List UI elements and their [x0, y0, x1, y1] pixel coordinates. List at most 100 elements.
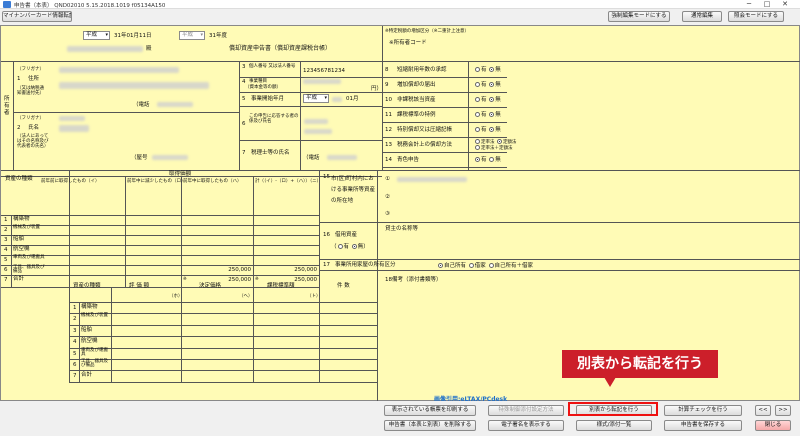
lender-label: 貸主の名称等: [385, 226, 419, 232]
eval-row-num: 6: [73, 362, 77, 368]
eval-col-c: 課税標準額: [267, 283, 295, 289]
row2-kana: （フリガナ）: [17, 116, 44, 121]
form-list-button[interactable]: 様式/添付一覧: [576, 420, 652, 431]
normal-edit-button[interactable]: 通常編集: [682, 11, 722, 22]
row4-unit: 円）: [371, 86, 383, 92]
location-2: ②: [385, 194, 390, 200]
eval-col-c-sub: （ト）: [307, 294, 321, 299]
acq-row-c[interactable]: 250,000: [181, 267, 251, 273]
acq-row-name: 構築物: [13, 216, 30, 222]
submission-date: 31年01月11日: [114, 33, 152, 39]
delete-declaration-button[interactable]: 申告書（本表と別表）を削除する: [384, 420, 476, 431]
acq-row-num: 2: [4, 227, 8, 233]
item-num: 11: [385, 112, 392, 118]
item-options: 有 無: [474, 127, 501, 133]
eval-row-name: 車両及び運搬具: [81, 348, 108, 357]
prev-page-button[interactable]: <<: [755, 405, 771, 416]
item-num: 10: [385, 97, 392, 103]
save-button[interactable]: 申告書を保存する: [664, 420, 742, 431]
item-num: 12: [385, 127, 392, 133]
next-page-button[interactable]: >>: [775, 405, 791, 416]
address-kana-redacted: [59, 67, 179, 73]
name-kana-redacted: [59, 116, 85, 121]
my-number-card-button[interactable]: マイナンバーカード情報転記: [2, 11, 72, 22]
eval-row-num: 2: [73, 316, 77, 322]
force-edit-mode-button[interactable]: 強制編集モードにする: [608, 11, 670, 22]
corporate-number[interactable]: 123456781234: [303, 68, 345, 74]
row6-label: この申告に応答する者の係及び氏名: [249, 114, 299, 124]
item-label: 非課税該当資産: [397, 97, 436, 103]
acq-col-type: 資産の種類: [5, 176, 33, 182]
minimize-icon[interactable]: ─: [742, 0, 756, 9]
both-radio[interactable]: [475, 145, 480, 150]
row16-label: 借用資産: [335, 232, 358, 238]
era-select[interactable]: 平成: [83, 31, 110, 40]
esign-button[interactable]: 電子署名を表示する: [488, 420, 564, 431]
era-select-2[interactable]: 平成: [179, 31, 205, 40]
eval-mark-2: ※: [255, 277, 259, 282]
declaration-form: 平成 31年01月11日 殿 平成 31年度 償却資産申告書（償却資産課税台帳）…: [0, 25, 800, 403]
eval-row-name: 機械及び装置: [81, 313, 108, 318]
eval-row-name: 航空機: [81, 338, 98, 344]
yes-radio[interactable]: [475, 139, 480, 144]
yes-radio[interactable]: [475, 157, 480, 162]
eval-row-num: 3: [73, 328, 77, 334]
row7-phone-label: （電話: [303, 155, 320, 161]
yes-radio[interactable]: [475, 67, 480, 72]
row15-label: 市(区)町村内における事業所等資産の所在地: [331, 176, 376, 204]
borrowed-yes-radio[interactable]: [337, 244, 343, 249]
yes-radio[interactable]: [475, 82, 480, 87]
close-icon[interactable]: ✕: [778, 0, 792, 9]
row2-note: （法人にあってはその名称及び代表者の氏名）: [17, 134, 49, 149]
yes-radio[interactable]: [475, 127, 480, 132]
row16-num: 16: [323, 232, 330, 238]
borrowed-no-radio[interactable]: [351, 244, 357, 249]
rent-radio[interactable]: [468, 263, 474, 268]
row5-label: 事業開始年月: [251, 96, 285, 102]
shop-name-redacted: [152, 155, 188, 160]
row17-options: 自己所有 借家 自己所有＋借家: [437, 263, 533, 269]
title-bar: 申告書（本表） QND02010 5.15.2018.1019 f05134A1…: [0, 0, 800, 9]
acq-row-name: 車両及び運搬具: [13, 255, 45, 260]
calc-check-button[interactable]: 計算チェックを行う: [664, 405, 742, 416]
item-label: 特別償却又は圧縮記帳: [397, 127, 453, 133]
phone-redacted: [157, 102, 193, 107]
no-radio[interactable]: [489, 112, 495, 117]
close-button[interactable]: 閉じる: [755, 420, 791, 431]
item-options: 有 無: [474, 97, 501, 103]
own-radio[interactable]: [438, 263, 443, 268]
eval-row-name: 工具、器具及び備品: [81, 359, 108, 368]
print-button[interactable]: 表示されている帳票を印刷する: [384, 405, 476, 416]
window-title: 申告書（本表） QND02010 5.15.2018.1019 f05134A1…: [14, 3, 166, 9]
no-radio[interactable]: [489, 127, 495, 132]
no-radio[interactable]: [489, 82, 495, 87]
owner-code-label: ※所有者コード: [389, 40, 427, 46]
own-rent-radio[interactable]: [488, 263, 494, 268]
no-radio[interactable]: [489, 97, 495, 102]
start-month: 01月: [346, 96, 359, 102]
no-radio[interactable]: [489, 157, 495, 162]
row15-num: 15: [323, 174, 330, 180]
no-radio[interactable]: [496, 139, 502, 144]
item-num: 14: [385, 157, 392, 163]
row3-label: 個人番号 又は法人番号: [249, 64, 296, 69]
start-era-select[interactable]: 平成: [303, 94, 329, 103]
item-num: 8: [385, 67, 389, 73]
row18-label: 18備考（添付書類等）: [385, 277, 442, 283]
no-radio[interactable]: [489, 67, 495, 72]
maximize-icon[interactable]: □: [760, 0, 774, 9]
acq-row-d[interactable]: 250,000: [253, 267, 317, 273]
item-options: 有 無: [474, 157, 501, 163]
acq-row-num: 7: [4, 277, 8, 283]
acq-row-num: 5: [4, 257, 8, 263]
eval-mark-1: ※: [183, 277, 187, 282]
eval-row-num: 5: [73, 351, 77, 357]
yes-radio[interactable]: [475, 112, 480, 117]
highlight-box: [568, 402, 658, 416]
acq-col-a: 前年前に取得したもの（イ）: [41, 179, 100, 184]
yes-radio[interactable]: [475, 97, 480, 102]
row4-note: （資本金等の額）: [245, 85, 281, 90]
tax-year: 31年度: [209, 33, 227, 39]
tax-accountant-phone-redacted: [327, 155, 357, 160]
reference-mode-button[interactable]: 照会モードにする: [728, 11, 784, 22]
